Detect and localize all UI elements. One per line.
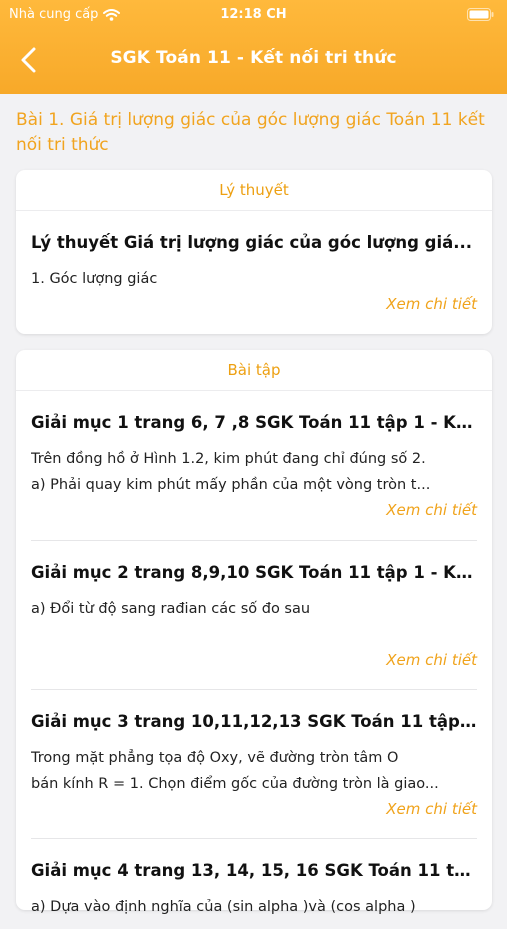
item-title: Giải mục 2 trang 8,9,10 SGK Toán 11 tập … [31,563,477,582]
item-title: Lý thuyết Giá trị lượng giác của góc lượ… [31,233,473,252]
status-time: 12:18 CH [220,7,287,22]
app-header: Nhà cung cấp 12:18 CH SGK Toán 11 - Kết … [0,0,507,94]
view-details-link[interactable]: Xem chi tiết [386,501,477,519]
item-desc-line: bán kính R = 1. Chọn điểm gốc của đường … [31,776,439,792]
exercise-list-item[interactable]: Giải mục 1 trang 6, 7 ,8 SGK Toán 11 tập… [31,391,477,541]
exercises-section-header: Bài tập [16,350,492,391]
item-desc-line: a) Phải quay kim phút mấy phần của một v… [31,477,431,493]
exercises-card: Bài tập Giải mục 1 trang 6, 7 ,8 SGK Toá… [16,350,492,915]
lesson-title: Bài 1. Giá trị lượng giác của góc lượng … [16,110,485,155]
theory-list-item[interactable]: Lý thuyết Giá trị lượng giác của góc lượ… [31,211,477,334]
item-desc-line: Trên đồng hồ ở Hình 1.2, kim phút đang c… [31,451,426,467]
exercise-list-item[interactable]: Giải mục 3 trang 10,11,12,13 SGK Toán 11… [31,690,477,839]
item-description: Trên đồng hồ ở Hình 1.2, kim phút đang c… [31,446,477,498]
page-title: SGK Toán 11 - Kết nối tri thức [110,48,397,68]
item-desc-line: a) Đổi từ độ sang rađian các số đo sau [31,601,311,617]
battery-icon [467,8,494,21]
view-details-link[interactable]: Xem chi tiết [386,295,477,313]
theory-card: Lý thuyết Lý thuyết Giá trị lượng giác c… [16,170,492,334]
theory-section-header: Lý thuyết [16,170,492,211]
exercise-list-item[interactable]: Giải mục 2 trang 8,9,10 SGK Toán 11 tập … [31,541,477,690]
exercise-list-item[interactable]: Giải mục 4 trang 13, 14, 15, 16 SGK Toán… [31,839,477,929]
item-description: a) Dựa vào định nghĩa của (sin alpha )và… [31,894,477,920]
item-title: Giải mục 3 trang 10,11,12,13 SGK Toán 11… [31,712,477,731]
item-description: Trong mặt phẳng tọa độ Oxy, vẽ đường trò… [31,745,477,797]
item-description: 1. Góc lượng giác [31,266,477,292]
status-bar: Nhà cung cấp 12:18 CH [0,0,507,30]
item-desc-line: a) Dựa vào định nghĩa của (sin alpha )và… [31,899,416,915]
navigation-bar: SGK Toán 11 - Kết nối tri thức [0,40,507,80]
item-desc-line: Trong mặt phẳng tọa độ Oxy, vẽ đường trò… [31,750,399,766]
item-desc-line: 1. Góc lượng giác [31,271,158,287]
item-description: a) Đổi từ độ sang rađian các số đo sau [31,596,477,622]
item-title: Giải mục 4 trang 13, 14, 15, 16 SGK Toán… [31,861,477,880]
item-title: Giải mục 1 trang 6, 7 ,8 SGK Toán 11 tập… [31,413,477,432]
view-details-link[interactable]: Xem chi tiết [386,800,477,818]
view-details-link[interactable]: Xem chi tiết [386,651,477,669]
